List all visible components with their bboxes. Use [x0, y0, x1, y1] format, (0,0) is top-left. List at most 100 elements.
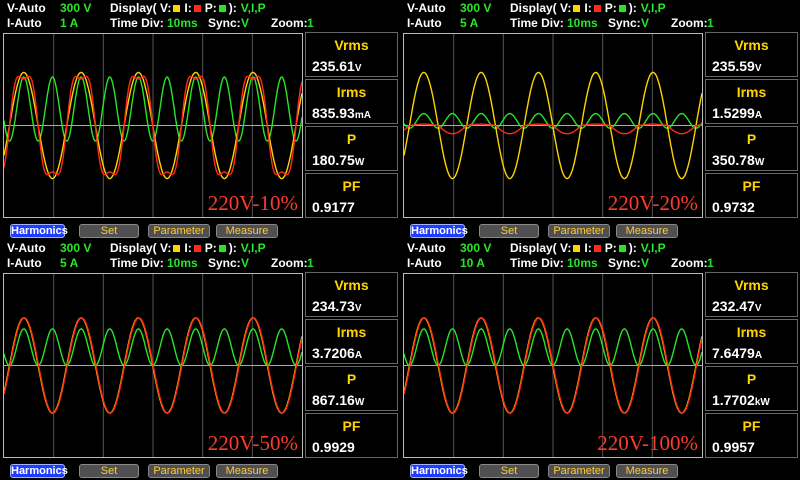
i-range-value[interactable]: 1 A	[60, 16, 78, 31]
sync-value[interactable]: V	[241, 256, 249, 271]
measurement-number: 3.7206	[312, 345, 355, 361]
time-div-value[interactable]: 10ms	[167, 256, 198, 271]
measurement-p: P 867.16W	[305, 366, 398, 411]
display-label: Display( V:	[110, 241, 172, 255]
softkey-bar: Harmonics Set Parameter Measure	[0, 222, 400, 240]
measurement-name: PF	[342, 178, 361, 194]
zoom-label: Zoom:	[671, 16, 708, 30]
display-value: V,I,P	[640, 1, 666, 15]
i-range-value[interactable]: 5 A	[460, 16, 478, 31]
power-color-swatch	[618, 244, 626, 252]
measurement-number: 180.75	[312, 152, 355, 168]
harmonics-button[interactable]: Harmonics	[10, 464, 68, 478]
scope-condition-label: 220V-20%	[607, 191, 698, 215]
measure-button[interactable]: Measure	[216, 464, 278, 478]
harmonics-button[interactable]: Harmonics	[410, 224, 468, 238]
measurement-unit: kW	[754, 397, 770, 408]
v-range-value[interactable]: 300 V	[460, 1, 491, 16]
measurement-number: 235.59	[712, 58, 755, 74]
v-range-value[interactable]: 300 V	[460, 241, 491, 256]
i-range-value[interactable]: 5 A	[60, 256, 78, 271]
display-legend[interactable]: Display( V: I: P:): V,I,P	[110, 241, 266, 256]
current-color-swatch	[593, 4, 601, 12]
set-button[interactable]: Set	[479, 224, 539, 238]
v-range-label[interactable]: V-Auto	[407, 1, 446, 16]
measurement-column: Vrms 235.61V Irms 835.93mA P 180.75W PF 0.9177	[305, 32, 398, 219]
measurement-number: 0.9732	[712, 199, 755, 215]
waveform-display: 220V-100%	[403, 273, 703, 458]
measurement-number: 235.61	[312, 58, 355, 74]
measurement-unit: A	[354, 350, 363, 361]
measure-button[interactable]: Measure	[616, 464, 678, 478]
display-close: ):	[628, 241, 637, 255]
measure-button[interactable]: Measure	[216, 224, 278, 238]
i-range-value[interactable]: 10 A	[460, 256, 485, 271]
measurement-name: PF	[342, 418, 361, 434]
parameter-button[interactable]: Parameter	[548, 224, 610, 238]
zoom-value[interactable]: 1	[307, 256, 314, 271]
measurement-p: P 1.7702kW	[705, 366, 798, 411]
scope-panel-3: V-Auto 300 V I-Auto 5 A Time Div: 10ms Sync: V Z…	[0, 240, 400, 480]
time-div-label: Time Div:	[110, 256, 164, 270]
display-legend[interactable]: Display( V: I: P:): V,I,P	[510, 241, 666, 256]
v-range-label[interactable]: V-Auto	[7, 1, 46, 16]
display-legend[interactable]: Display( V: I: P:): V,I,P	[110, 1, 266, 16]
parameter-button[interactable]: Parameter	[148, 464, 210, 478]
parameter-button[interactable]: Parameter	[548, 464, 610, 478]
power-legend-label: P:	[204, 1, 217, 15]
zoom-value[interactable]: 1	[707, 16, 714, 31]
measurement-number: 0.9957	[712, 439, 755, 455]
panel-header: V-Auto 300 V I-Auto 5 A Time Div: 10ms Sync: V Z…	[400, 0, 800, 32]
current-legend-label: I:	[584, 1, 592, 15]
i-range-label[interactable]: I-Auto	[407, 256, 442, 271]
zoom-value[interactable]: 1	[707, 256, 714, 271]
current-legend-label: I:	[184, 1, 192, 15]
measurement-pf: PF 0.9929	[305, 413, 398, 458]
current-color-swatch	[193, 4, 201, 12]
v-range-value[interactable]: 300 V	[60, 241, 91, 256]
v-range-value[interactable]: 300 V	[60, 1, 91, 16]
v-range-label[interactable]: V-Auto	[7, 241, 46, 256]
i-range-label[interactable]: I-Auto	[7, 256, 42, 271]
current-color-swatch	[593, 244, 601, 252]
sync-value[interactable]: V	[641, 16, 649, 31]
measurement-unit: V	[754, 303, 762, 314]
measurement-unit: mA	[354, 110, 371, 121]
measurement-name: P	[746, 131, 757, 147]
measurement-number: 0.9929	[312, 439, 355, 455]
voltage-color-swatch	[173, 244, 181, 252]
parameter-button[interactable]: Parameter	[148, 224, 210, 238]
measurement-name: Vrms	[734, 37, 769, 53]
scope-condition-label: 220V-100%	[597, 431, 698, 455]
time-div-value[interactable]: 10ms	[167, 16, 198, 31]
measurement-vrms: Vrms 235.59V	[705, 32, 798, 77]
measurement-unit: W	[754, 157, 765, 168]
time-div-value[interactable]: 10ms	[567, 16, 598, 31]
measurement-p: P 350.78W	[705, 126, 798, 171]
harmonics-button[interactable]: Harmonics	[410, 464, 468, 478]
measurement-name: P	[746, 371, 757, 387]
i-range-label[interactable]: I-Auto	[7, 16, 42, 31]
power-legend-label: P:	[604, 241, 617, 255]
display-legend[interactable]: Display( V: I: P:): V,I,P	[510, 1, 666, 16]
zoom-value[interactable]: 1	[307, 16, 314, 31]
time-div-label: Time Div:	[510, 16, 564, 30]
scope-panel-4: V-Auto 300 V I-Auto 10 A Time Div: 10ms Sync: V…	[400, 240, 800, 480]
measurement-number: 0.9177	[312, 199, 355, 215]
scope-panel-2: V-Auto 300 V I-Auto 5 A Time Div: 10ms Sync: V Z…	[400, 0, 800, 240]
measurement-column: Vrms 235.59V Irms 1.5299A P 350.78W PF 0.9732	[705, 32, 798, 219]
softkey-bar: Harmonics Set Parameter Measure	[400, 462, 800, 480]
set-button[interactable]: Set	[79, 464, 139, 478]
harmonics-button[interactable]: Harmonics	[10, 224, 68, 238]
set-button[interactable]: Set	[479, 464, 539, 478]
measure-button[interactable]: Measure	[616, 224, 678, 238]
power-legend-label: P:	[604, 1, 617, 15]
i-range-label[interactable]: I-Auto	[407, 16, 442, 31]
sync-value[interactable]: V	[641, 256, 649, 271]
v-range-label[interactable]: V-Auto	[407, 241, 446, 256]
sync-value[interactable]: V	[241, 16, 249, 31]
power-legend-label: P:	[204, 241, 217, 255]
set-button[interactable]: Set	[79, 224, 139, 238]
measurement-unit: V	[754, 63, 762, 74]
time-div-value[interactable]: 10ms	[567, 256, 598, 271]
